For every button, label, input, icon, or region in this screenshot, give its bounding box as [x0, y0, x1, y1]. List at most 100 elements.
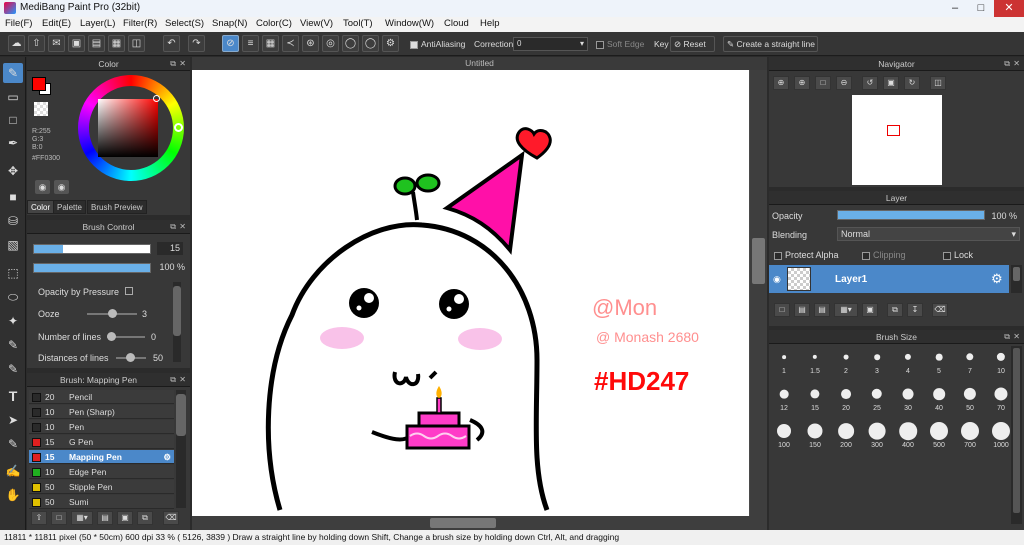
gradient-tool-icon[interactable]: ▧ [3, 235, 23, 255]
text-tool-icon[interactable]: T [3, 386, 23, 406]
hue-cursor[interactable] [174, 123, 183, 132]
operation-tool-icon[interactable]: ➤ [3, 410, 23, 430]
brush-size-3[interactable]: 3 [862, 346, 892, 376]
brush-size-7[interactable]: 7 [955, 346, 985, 376]
brush-size-40[interactable]: 40 [924, 383, 954, 413]
brush-tool-icon[interactable]: ✎ [3, 63, 23, 83]
menu-layer[interactable]: Layer(L) [80, 18, 115, 29]
close-icon[interactable]: ✕ [1013, 330, 1020, 344]
curve-snap-icon[interactable]: ◯ [342, 35, 359, 52]
layer-row[interactable]: ◉ Layer1 ⚙ [769, 265, 1009, 293]
canvas-horizontal-scroll-thumb[interactable] [430, 518, 496, 528]
brush-size-25[interactable]: 25 [862, 383, 892, 413]
close-window-button[interactable]: ✕ [994, 0, 1024, 17]
rectangle-tool-icon[interactable]: □ [3, 110, 23, 130]
brush-folder-icon[interactable]: ▣ [117, 511, 133, 525]
correction-select[interactable]: 0 ▾ [513, 37, 588, 51]
brush-size-20[interactable]: 20 [831, 383, 861, 413]
eye-icon[interactable]: ◉ [773, 274, 781, 285]
fit-icon[interactable]: □ [815, 76, 831, 90]
expand-icon[interactable]: ⧉ [170, 220, 176, 234]
divide-tool-icon[interactable]: ✎ [3, 434, 23, 454]
menu-help[interactable]: Help [480, 18, 500, 29]
menu-snap[interactable]: Snap(N) [212, 18, 247, 29]
new-brush-icon[interactable]: □ [51, 511, 67, 525]
delete-layer-icon[interactable]: ⌫ [932, 303, 948, 317]
lasso-tool-icon[interactable]: ⬭ [3, 287, 23, 307]
lines-slider-thumb[interactable] [107, 332, 116, 341]
snap-off-icon[interactable]: ⊘ [222, 35, 239, 52]
merge-layer-icon[interactable]: ↧ [907, 303, 923, 317]
parallel-snap-icon[interactable]: ≡ [242, 35, 259, 52]
expand-icon[interactable]: ⧉ [1004, 330, 1010, 344]
brush-width-value[interactable]: 15 [157, 242, 183, 255]
brush-item-sumi[interactable]: 50 Sumi [29, 495, 174, 509]
page-icon[interactable]: ▣ [68, 35, 85, 52]
bucket-tool-icon[interactable]: ⛁ [3, 211, 23, 231]
rotate-right-icon[interactable]: ↻ [904, 76, 920, 90]
menu-window[interactable]: Window(W) [385, 18, 434, 29]
brush-size-300[interactable]: 300 [862, 420, 892, 450]
select-tool-icon[interactable]: ⬚ [3, 263, 23, 283]
fit-screen-icon[interactable]: ▣ [883, 76, 899, 90]
share-icon[interactable]: ⇧ [28, 35, 45, 52]
zoom-in-icon[interactable]: ⊕ [773, 76, 789, 90]
brush-size-30[interactable]: 30 [893, 383, 923, 413]
brush-opacity-slider[interactable] [33, 263, 151, 273]
dot-tool-icon[interactable]: ✒ [3, 133, 23, 153]
new-halftone-layer-icon[interactable]: ▤ [794, 303, 810, 317]
reset-button[interactable]: ⊘ Reset [670, 36, 715, 52]
cloud-icon[interactable]: ☁ [8, 35, 25, 52]
close-icon[interactable]: ✕ [179, 57, 186, 71]
distance-slider-thumb[interactable] [126, 353, 135, 362]
layer-opacity-slider[interactable] [837, 210, 985, 220]
ellipse-snap-icon[interactable]: ◯ [362, 35, 379, 52]
brush-size-scroll-thumb[interactable] [1013, 348, 1020, 513]
tab-color[interactable]: Color [27, 200, 55, 214]
soft-edge-checkbox[interactable]: Soft Edge [596, 39, 644, 49]
clipping-checkbox[interactable]: Clipping [862, 250, 906, 260]
radial-snap-icon[interactable]: ⊛ [302, 35, 319, 52]
canvas-vertical-scrollbar[interactable] [750, 70, 767, 516]
brush-size-200[interactable]: 200 [831, 420, 861, 450]
color-cursor[interactable] [153, 95, 160, 102]
brush-delete-icon[interactable]: ⌫ [163, 511, 179, 525]
distance-slider[interactable] [116, 353, 146, 362]
brush-property-icon[interactable]: ▤ [97, 511, 113, 525]
eyedropper-tool-icon[interactable]: ✍ [3, 461, 23, 481]
brush-width-slider[interactable] [33, 244, 151, 254]
brush-item-pencil[interactable]: 20 Pencil [29, 390, 174, 404]
brush-size-15[interactable]: 15 [800, 383, 830, 413]
redo-icon[interactable]: ↷ [188, 35, 205, 52]
grid-icon[interactable]: ▦ [108, 35, 125, 52]
brush-size-700[interactable]: 700 [955, 420, 985, 450]
hand-tool-icon[interactable]: ✋ [3, 485, 23, 505]
select-eraser-tool-icon[interactable]: ✎ [3, 359, 23, 379]
ooze-slider[interactable] [87, 309, 137, 318]
expand-icon[interactable]: ⧉ [1004, 57, 1010, 71]
brush-control-scroll-thumb[interactable] [173, 286, 181, 336]
navigator-preview[interactable] [852, 95, 942, 185]
brush-add-menu-icon[interactable]: ▦▾ [71, 511, 93, 525]
flip-icon[interactable]: ◫ [930, 76, 946, 90]
comment-icon[interactable]: ✉ [48, 35, 65, 52]
close-icon[interactable]: ✕ [179, 220, 186, 234]
maximize-button[interactable]: □ [968, 0, 994, 17]
close-icon[interactable]: ✕ [1013, 57, 1020, 71]
brush-size-scrollbar[interactable] [1011, 346, 1022, 524]
transparent-color-swatch[interactable] [34, 102, 48, 116]
primary-color-swatch[interactable] [32, 77, 46, 91]
blending-select[interactable]: Normal ▾ [837, 227, 1020, 241]
canvas-horizontal-scrollbar[interactable] [192, 516, 767, 530]
palette-icon[interactable]: ◉ [35, 180, 50, 194]
select-pen-tool-icon[interactable]: ✎ [3, 335, 23, 355]
brush-copy-icon[interactable]: ⧉ [137, 511, 153, 525]
brush-size-2[interactable]: 2 [831, 346, 861, 376]
brush-item-stipple-pen[interactable]: 50 Stipple Pen [29, 480, 174, 494]
brush-item-g-pen[interactable]: 15 G Pen [29, 435, 174, 449]
brush-size-100[interactable]: 100 [769, 420, 799, 450]
zoom-in-2-icon[interactable]: ⊕ [794, 76, 810, 90]
document-icon[interactable]: ▤ [88, 35, 105, 52]
brush-size-4[interactable]: 4 [893, 346, 923, 376]
antialiasing-checkbox[interactable]: AntiAliasing [410, 39, 465, 49]
